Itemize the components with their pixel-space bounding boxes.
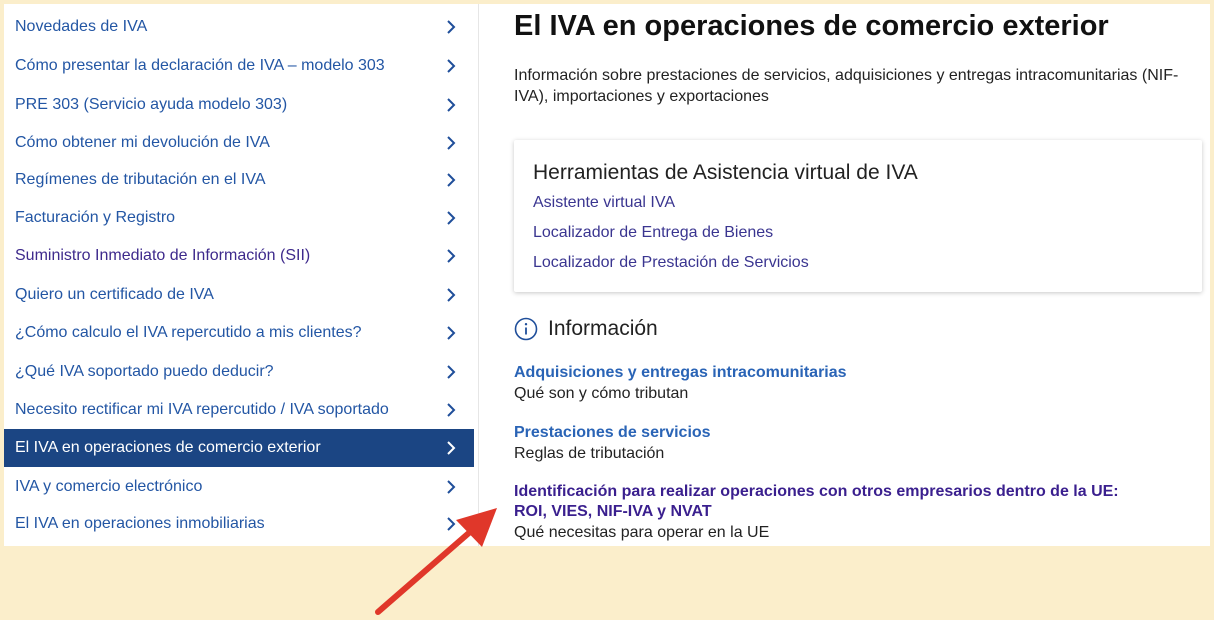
chevron-right-icon (447, 172, 456, 187)
prestaciones-servicios-desc: Reglas de tributación (514, 445, 665, 462)
sidebar-item-label: Facturación y Registro (15, 208, 176, 226)
identificacion-operaciones-ue-desc: Qué necesitas para operar en la UE (514, 524, 770, 541)
sidebar-item-label: El IVA en operaciones de comercio exteri… (15, 439, 321, 456)
sidebar-item-label: ¿Cómo calculo el IVA repercutido a mis c… (15, 323, 362, 341)
localizador-prestacion-servicios-link[interactable]: Localizador de Prestación de Servicios (533, 254, 809, 272)
chevron-right-icon (447, 210, 456, 225)
sidebar-item-label: Novedades de IVA (15, 17, 148, 35)
sidebar-item-modelo-303[interactable]: Cómo presentar la declaración de IVA – m… (4, 47, 474, 84)
tools-card-title: Herramientas de Asistencia virtual de IV… (533, 161, 918, 184)
sidebar-nav: Novedades de IVA Cómo presentar la decla… (4, 4, 479, 546)
chevron-right-icon (447, 441, 456, 455)
chevron-right-icon (447, 325, 456, 340)
sidebar-item-sii[interactable]: Suministro Inmediato de Información (SII… (4, 237, 474, 274)
sidebar-item-label: Quiero un certificado de IVA (15, 285, 214, 303)
chevron-right-icon (447, 516, 456, 531)
chevron-right-icon (447, 58, 456, 73)
sidebar-item-operaciones-inmobiliarias[interactable]: El IVA en operaciones inmobiliarias (4, 505, 474, 542)
identificacion-link-line2: ROI, VIES, NIF-IVA y NVAT (514, 503, 712, 520)
info-section-heading: Información (514, 316, 658, 342)
chevron-right-icon (447, 248, 456, 263)
sidebar-item-facturacion-registro[interactable]: Facturación y Registro (4, 199, 474, 236)
sidebar-item-novedades-iva[interactable]: Novedades de IVA (4, 8, 474, 45)
identificacion-link-line1: Identificación para realizar operaciones… (514, 483, 1119, 500)
adquisiciones-entregas-link[interactable]: Adquisiciones y entregas intracomunitari… (514, 363, 847, 383)
sidebar-item-comercio-electronico[interactable]: IVA y comercio electrónico (4, 468, 474, 505)
adquisiciones-entregas-desc: Qué son y cómo tributan (514, 385, 689, 402)
sidebar-item-pre-303[interactable]: PRE 303 (Servicio ayuda modelo 303) (4, 86, 474, 123)
tools-card: Herramientas de Asistencia virtual de IV… (514, 140, 1202, 292)
content-panel: Novedades de IVA Cómo presentar la decla… (4, 4, 1210, 546)
sidebar-item-label: Suministro Inmediato de Información (SII… (15, 246, 311, 264)
chevron-right-icon (447, 19, 456, 34)
sidebar-item-regimenes-tributacion[interactable]: Regímenes de tributación en el IVA (4, 161, 474, 198)
page-description: Información sobre prestaciones de servic… (514, 67, 1179, 105)
chevron-right-icon (447, 402, 456, 417)
sidebar-item-label: El IVA en operaciones inmobiliarias (15, 514, 265, 532)
prestaciones-servicios-link[interactable]: Prestaciones de servicios (514, 423, 711, 443)
sidebar-item-label: Regímenes de tributación en el IVA (15, 170, 266, 188)
sidebar-item-label: PRE 303 (Servicio ayuda modelo 303) (15, 95, 288, 113)
chevron-right-icon (447, 479, 456, 494)
asistente-virtual-link[interactable]: Asistente virtual IVA (533, 194, 675, 212)
sidebar-item-label: ¿Qué IVA soportado puedo deducir? (15, 362, 274, 380)
sidebar-item-label: Cómo obtener mi devolución de IVA (15, 133, 270, 151)
sidebar-item-devolucion-iva[interactable]: Cómo obtener mi devolución de IVA (4, 124, 474, 161)
chevron-right-icon (447, 135, 456, 150)
localizador-entrega-bienes-link[interactable]: Localizador de Entrega de Bienes (533, 224, 773, 242)
sidebar-item-iva-repercutido[interactable]: ¿Cómo calculo el IVA repercutido a mis c… (4, 314, 474, 351)
chevron-right-icon (447, 287, 456, 302)
chevron-right-icon (447, 364, 456, 379)
info-circle-icon (514, 317, 538, 341)
sidebar-item-label: Cómo presentar la declaración de IVA – m… (15, 56, 385, 74)
sidebar-item-iva-soportado[interactable]: ¿Qué IVA soportado puedo deducir? (4, 353, 474, 390)
identificacion-operaciones-ue-link[interactable]: Identificación para realizar operaciones… (514, 482, 1119, 522)
sidebar-item-certificado-iva[interactable]: Quiero un certificado de IVA (4, 276, 474, 313)
sidebar-item-comercio-exterior[interactable]: El IVA en operaciones de comercio exteri… (4, 429, 474, 467)
sidebar-item-label: Necesito rectificar mi IVA repercutido /… (15, 400, 389, 418)
sidebar-item-label: IVA y comercio electrónico (15, 477, 203, 495)
sidebar-item-rectificar-iva[interactable]: Necesito rectificar mi IVA repercutido /… (4, 391, 474, 428)
info-section-title: Información (548, 317, 658, 340)
page-title: El IVA en operaciones de comercio exteri… (514, 10, 1109, 42)
chevron-right-icon (447, 97, 456, 112)
